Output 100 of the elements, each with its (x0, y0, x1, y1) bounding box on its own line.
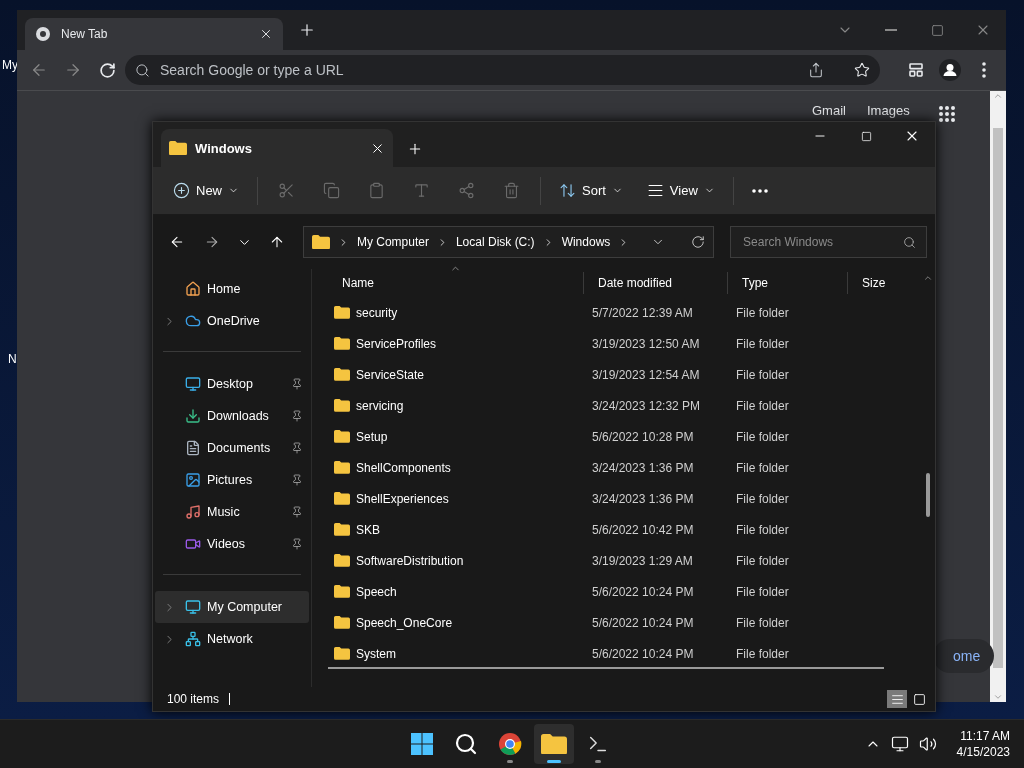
file-name-cell[interactable]: Speech (328, 584, 584, 599)
sidebar-item[interactable]: Network (155, 623, 309, 655)
view-button[interactable]: View (636, 174, 725, 207)
new-button[interactable]: New (163, 174, 249, 207)
pin-icon (291, 442, 303, 454)
type-cell-text: File folder (735, 584, 790, 599)
folder-icon (334, 399, 350, 412)
folder-icon (334, 306, 350, 319)
share-icon (458, 182, 475, 199)
desktop-icon-label[interactable]: My (2, 58, 18, 72)
date: 4/15/2023 (956, 744, 1010, 760)
plus-circle-icon (173, 182, 190, 199)
scroll-down-icon (993, 692, 1003, 702)
file-name-cell[interactable]: ShellComponents (328, 460, 584, 475)
desktop-icon-label[interactable]: N (8, 352, 17, 366)
scrollbar-thumb[interactable] (993, 127, 1003, 668)
header-link[interactable]: Gmail (812, 103, 846, 118)
column-header[interactable]: Date modified (584, 272, 728, 294)
desktop-icon (185, 376, 201, 392)
folder-icon (334, 554, 350, 567)
file-name-cell[interactable]: ServiceState (328, 367, 584, 382)
reload-icon (98, 61, 116, 79)
details-view-button[interactable] (887, 690, 907, 708)
type-cell-text: File folder (735, 367, 790, 382)
date-cell-text: 3/24/2023 12:32 PM (591, 398, 702, 413)
file-name: servicing (356, 398, 404, 413)
folder-icon (169, 140, 187, 156)
address-bar[interactable]: Search Google or type a URL (125, 55, 880, 85)
pin-icon (291, 506, 303, 518)
sidebar-item[interactable]: My Computer (155, 591, 309, 623)
address-bar[interactable]: My Computer Local Disk (C:) Windows (302, 226, 715, 258)
header-link[interactable]: Images (867, 103, 910, 118)
date-cell-text: 3/19/2023 12:50 AM (591, 336, 701, 351)
folder-icon (334, 616, 350, 629)
scrollbar-thumb[interactable] (926, 473, 930, 517)
column-header[interactable]: Size (848, 272, 935, 294)
sidebar-item[interactable]: OneDrive (155, 305, 309, 337)
apps-grid-icon[interactable] (938, 105, 956, 123)
download-icon (185, 408, 201, 424)
date-cell-text: 5/7/2022 12:39 AM (591, 305, 694, 320)
maximize-icon (930, 23, 944, 37)
clock[interactable]: 11:17 AM 4/15/2023 (956, 728, 1010, 760)
folder-icon (334, 492, 350, 505)
sort-button[interactable]: Sort (549, 174, 633, 207)
file-name-cell[interactable]: System (328, 646, 584, 661)
file-name-cell[interactable]: ServiceProfiles (328, 336, 584, 351)
column-header[interactable]: Type (728, 272, 848, 294)
sidebar-item[interactable]: Home (155, 273, 309, 305)
browser-tab[interactable]: New Tab (25, 18, 283, 50)
file-name-cell[interactable]: Setup (328, 429, 584, 444)
breadcrumb-item[interactable]: Windows (561, 235, 611, 249)
profile-icon (939, 59, 961, 81)
scroll-up-icon (923, 273, 933, 283)
search-icon (135, 62, 150, 78)
sidebar-item[interactable]: Downloads (155, 400, 309, 432)
date-cell-text: 5/6/2022 10:24 PM (591, 646, 695, 661)
sidebar-item[interactable]: Pictures (155, 464, 309, 496)
file-name-cell[interactable]: Speech_OneCore (328, 615, 584, 630)
sidebar-item[interactable]: Desktop (155, 368, 309, 400)
rename-icon (413, 182, 430, 199)
item-count: 100 items (167, 692, 220, 706)
file-name-cell[interactable]: SoftwareDistribution (328, 553, 584, 568)
search-input[interactable]: Search Windows (741, 234, 903, 250)
horizontal-scrollbar[interactable] (328, 667, 884, 669)
customize-chrome-button[interactable]: ome (933, 639, 995, 673)
monitor-icon (185, 599, 201, 615)
explorer-tab[interactable]: Windows (161, 129, 393, 167)
refresh-icon (691, 235, 706, 249)
taskbar-app[interactable] (534, 724, 574, 764)
sidebar-item[interactable]: Documents (155, 432, 309, 464)
folder-icon (334, 461, 350, 474)
file-name: SoftwareDistribution (356, 553, 464, 568)
tile-icon (912, 692, 926, 706)
file-name-cell[interactable]: security (328, 305, 584, 320)
date-cell-text: 3/24/2023 1:36 PM (591, 460, 695, 475)
sidebar-item[interactable]: Videos (155, 528, 309, 560)
search-field[interactable]: Search Windows (730, 226, 927, 258)
side-panel-icon (908, 62, 924, 78)
sort-icon (559, 182, 576, 199)
scissors-icon (278, 182, 295, 199)
breadcrumb-item[interactable]: Local Disk (C:) (455, 235, 535, 249)
file-name-cell[interactable]: SKB (328, 522, 584, 537)
address-input[interactable]: Search Google or type a URL (158, 61, 800, 79)
file-name-cell[interactable]: ShellExperiences (328, 491, 584, 506)
folder-icon (334, 337, 350, 350)
file-name: SKB (356, 522, 380, 537)
file-name-cell[interactable]: servicing (328, 398, 584, 413)
minimize-icon (885, 29, 897, 31)
copy-icon (323, 182, 340, 199)
file-name: Speech_OneCore (356, 615, 453, 630)
folder-icon (311, 234, 330, 250)
sidebar-item[interactable]: Music (155, 496, 309, 528)
volume-icon (918, 735, 937, 753)
breadcrumb-item[interactable]: My Computer (356, 235, 429, 249)
folder-icon (541, 733, 567, 755)
scroll-up-icon (993, 91, 1003, 101)
tab-title: Windows (195, 140, 253, 156)
date-cell-text: 5/6/2022 10:24 PM (591, 615, 695, 630)
column-header[interactable]: Name (328, 272, 584, 294)
maximize-icon (860, 130, 872, 142)
